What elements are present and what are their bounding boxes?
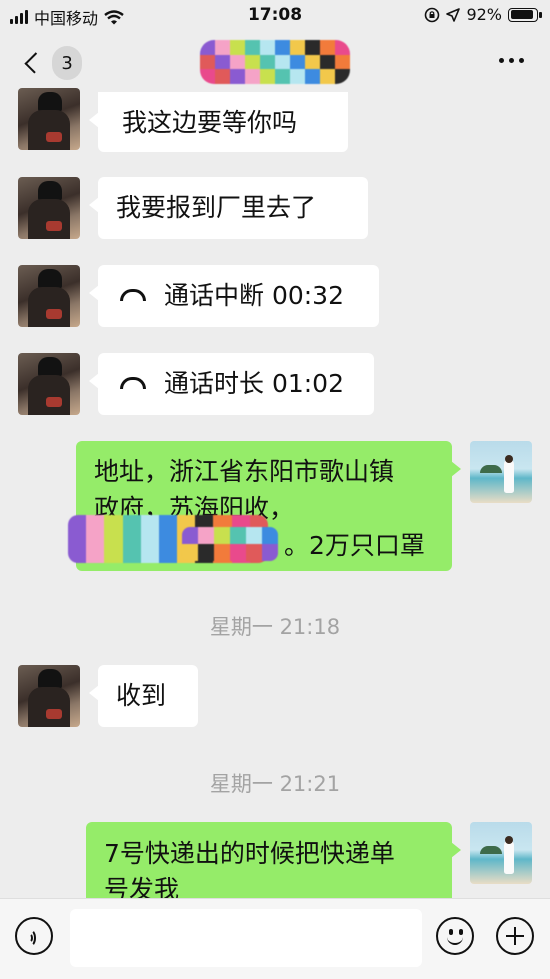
emoji-button[interactable] [436,917,474,955]
voice-button[interactable] [15,917,53,955]
message-bubble[interactable]: 收到 [89,665,198,727]
unread-count-badge: 3 [52,46,82,80]
contact-avatar[interactable] [18,88,80,150]
message-bubble[interactable]: 我要报到厂里去了 [89,177,368,239]
back-button[interactable]: 3 [22,46,82,80]
lock-rotation-icon [425,7,440,22]
message-text: 我要报到厂里去了 [116,193,317,222]
contact-avatar[interactable] [18,665,80,727]
more-dots-icon[interactable] [499,58,524,63]
input-bar [0,898,550,979]
chat-title-redacted [200,40,350,84]
contact-avatar[interactable] [18,353,80,415]
battery-fill [510,10,533,19]
status-right: 92% [424,5,542,24]
message-bubble[interactable]: 我这边要等你吗 [89,92,348,152]
phone-hangup-icon [120,289,146,301]
timestamp: 星期一 21:21 [209,772,341,796]
message-input[interactable] [70,909,422,967]
timestamp: 星期一 21:18 [209,615,341,639]
contact-avatar[interactable] [18,177,80,239]
call-text: 通话中断 00:32 [164,281,344,310]
call-record-bubble[interactable]: 通话中断 00:32 [89,265,379,327]
phone-hangup-icon [120,377,146,389]
my-avatar[interactable] [470,441,532,503]
status-bar: 中国移动 17:08 92% [0,0,550,30]
contact-avatar[interactable] [18,265,80,327]
chat-nav-bar: 3 [0,30,550,92]
message-line: 地址，浙江省东阳市歌山镇 [94,457,395,486]
redacted-text [182,527,278,561]
call-record-bubble[interactable]: 通话时长 01:02 [89,353,374,415]
location-arrow-icon [446,7,461,22]
message-text: 我这边要等你吗 [122,108,298,137]
my-avatar[interactable] [470,822,532,884]
battery-icon [508,7,542,22]
plus-icon[interactable] [496,917,534,955]
message-text: 收到 [116,681,167,710]
call-text: 通话时长 01:02 [164,369,344,398]
voice-icon [26,927,42,947]
message-line: 7号快递出的时候把快递单 [104,839,395,868]
battery-percent: 92% [466,5,502,24]
chevron-left-icon [24,52,46,74]
